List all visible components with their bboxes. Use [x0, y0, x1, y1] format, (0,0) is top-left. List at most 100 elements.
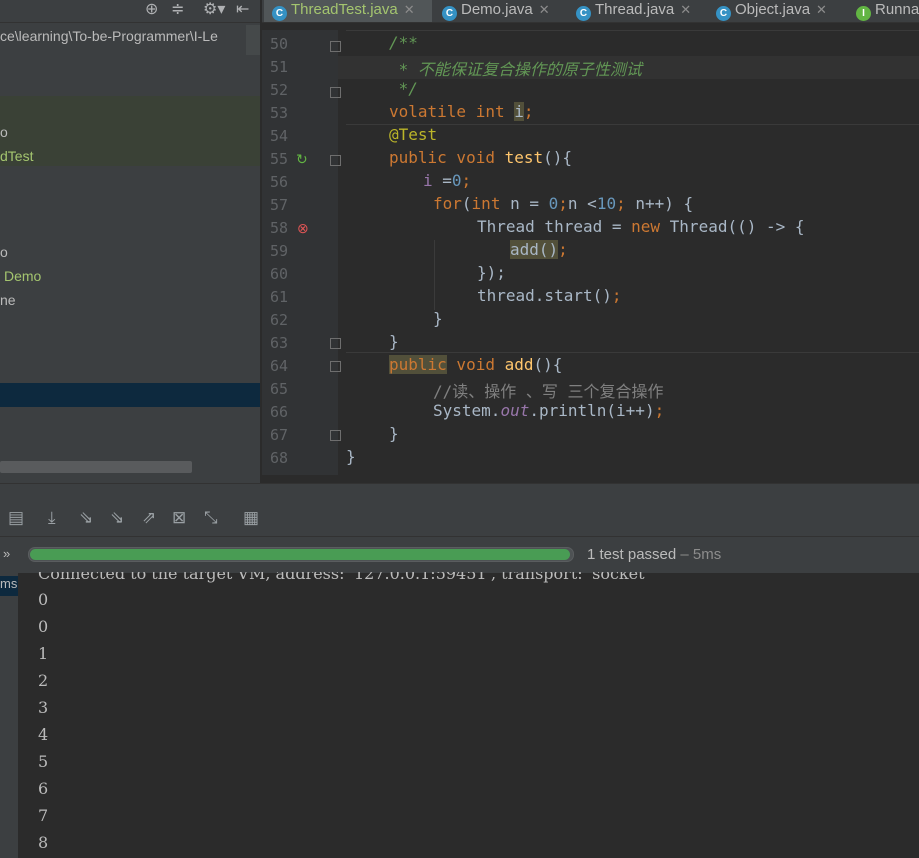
test-duration[interactable]: ms — [0, 576, 18, 596]
semicolon: ; — [611, 286, 622, 305]
tree-item[interactable]: o — [0, 242, 8, 262]
fold-icon[interactable] — [330, 361, 341, 372]
javadoc: */ — [389, 79, 418, 98]
console-line: 5 — [38, 752, 49, 771]
collapse-all-icon[interactable]: ⤓ — [48, 508, 56, 528]
recursion-icon[interactable]: ⊗ — [297, 220, 309, 237]
tab-demo[interactable]: C Demo.java ✕ — [434, 0, 566, 22]
console-line: 7 — [38, 806, 49, 825]
locate-icon[interactable]: ⊕ — [145, 0, 158, 20]
code: n++) { — [625, 194, 694, 213]
code: System. — [433, 401, 501, 420]
javadoc: * 不能保证复合操作的原子性测试 — [389, 60, 642, 79]
collapse-icon[interactable]: ≑ — [171, 0, 184, 20]
test-tree-icon[interactable]: ⤡ — [204, 508, 218, 528]
fold-icon[interactable] — [330, 338, 341, 349]
line-number: 50 — [269, 35, 288, 53]
semicolon: ; — [523, 102, 534, 121]
code: thread.start() — [477, 286, 612, 305]
tree-item-demo[interactable]: Demo — [4, 266, 41, 286]
fold-icon[interactable] — [330, 87, 341, 98]
line-number: 60 — [269, 265, 288, 283]
field-ref: i — [423, 171, 433, 190]
line-comment: //读、操作 、写 三个复合操作 — [433, 382, 664, 401]
field-name: i — [514, 102, 524, 121]
code-line-50: /** — [346, 33, 418, 52]
next-icon[interactable]: ⇘ — [110, 508, 124, 528]
scroll-down-icon[interactable]: ⇘ — [79, 508, 93, 528]
gear-icon[interactable]: ⚙▾ — [203, 0, 225, 20]
fold-icon[interactable] — [330, 155, 341, 166]
tab-label: Demo.java — [461, 1, 533, 18]
line-number: 58 — [269, 219, 288, 237]
console-line: 4 — [38, 725, 49, 744]
expand-icon[interactable]: » — [3, 546, 10, 561]
sort-icon[interactable]: ▤ — [8, 508, 24, 528]
keyword: void — [446, 355, 505, 374]
code-line-58: Thread thread = new Thread(() -> { — [346, 217, 805, 236]
export-icon[interactable]: ⇗ — [142, 508, 156, 528]
code-line-61: thread.start(); — [346, 286, 622, 305]
keyword: volatile int — [389, 102, 515, 121]
project-scrollbar[interactable] — [0, 461, 192, 473]
console-output[interactable] — [18, 573, 919, 858]
number: 10 — [596, 194, 617, 213]
method-separator — [346, 30, 919, 31]
hide-panel-icon[interactable]: ⇤ — [236, 0, 249, 20]
tab-object[interactable]: C Object.java ✕ — [708, 0, 846, 22]
console-line: 0 — [38, 590, 49, 609]
line-number: 51 — [269, 58, 288, 76]
brace: } — [346, 447, 356, 466]
line-number: 56 — [269, 173, 288, 191]
punct: (){ — [533, 355, 563, 374]
brace: } — [389, 332, 399, 351]
tab-label: ThreadTest.java — [291, 1, 398, 18]
tree-item[interactable]: ne — [0, 290, 16, 310]
close-icon[interactable]: ✕ — [816, 2, 827, 17]
line-number: 59 — [269, 242, 288, 260]
javadoc: /** — [389, 33, 418, 52]
interface-icon: I — [856, 6, 871, 21]
close-icon[interactable]: ✕ — [680, 2, 691, 17]
tree-selection[interactable] — [0, 383, 260, 407]
code: .println(i++) — [529, 401, 655, 420]
fold-icon[interactable] — [330, 41, 341, 52]
code: Thread(() -> { — [660, 217, 805, 236]
console-line: 3 — [38, 698, 49, 717]
code-line-64: public void add(){ — [346, 355, 562, 374]
code-line-51: * 不能保证复合操作的原子性测试 — [346, 56, 642, 80]
method-call: add() — [510, 240, 559, 259]
tab-runnable[interactable]: I Runna — [848, 0, 919, 22]
tab-thread[interactable]: C Thread.java ✕ — [568, 0, 706, 22]
run-toolbar — [0, 501, 919, 537]
line-number: 52 — [269, 81, 288, 99]
method-name: test — [504, 148, 544, 167]
keyword: for — [433, 194, 462, 213]
tree-item-threadtest[interactable]: dTest — [0, 146, 33, 166]
keyword: new — [631, 217, 661, 236]
line-number: 67 — [269, 426, 288, 444]
import-icon[interactable]: ⊠ — [172, 508, 186, 528]
run-test-icon[interactable]: ↻ — [296, 151, 308, 168]
line-number: 66 — [269, 403, 288, 421]
status-time: – 5ms — [676, 546, 722, 563]
annotation: @Test — [389, 125, 438, 144]
number: 0 — [451, 171, 462, 190]
semicolon: ; — [616, 194, 626, 213]
line-number: 53 — [269, 104, 288, 122]
code: Thread thread = — [477, 217, 632, 236]
tree-item[interactable]: o — [0, 122, 8, 142]
line-number: 63 — [269, 334, 288, 352]
console-line: 8 — [38, 833, 49, 852]
tab-threadtest[interactable]: C ThreadTest.java ✕ — [264, 0, 432, 22]
close-icon[interactable]: ✕ — [539, 2, 550, 17]
brace: } — [433, 309, 443, 328]
layout-icon[interactable]: ▦ — [243, 508, 259, 528]
close-icon[interactable]: ✕ — [404, 2, 415, 17]
code-line-53: volatile int i; — [346, 102, 534, 121]
code-line-54: @Test — [346, 125, 437, 144]
code-line-60: }); — [346, 263, 506, 282]
code-line-55: public void test(){ — [346, 148, 572, 167]
fold-icon[interactable] — [330, 430, 341, 441]
console-line: 0 — [38, 617, 49, 636]
